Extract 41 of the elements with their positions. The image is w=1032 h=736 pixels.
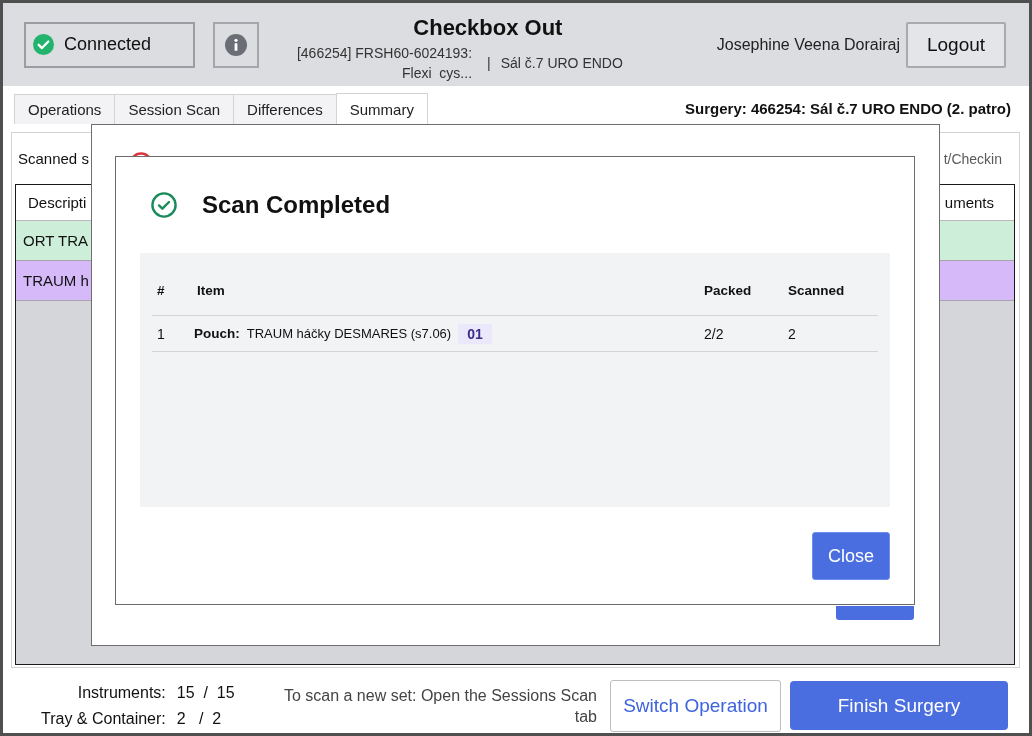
count-label: Tray & Container: [41, 708, 166, 729]
item-name: TRAUM háčky DESMARES (s7.06) [246, 326, 452, 341]
table-cell-text: 2 [787, 325, 797, 342]
tab[interactable]: Differences [233, 94, 337, 124]
item-type-label: Pouch: [194, 326, 240, 341]
mode-text: t/Checkin [943, 150, 1002, 167]
column-header: Item [196, 283, 226, 299]
dialog-title: Scan Completed [202, 191, 391, 219]
session-text: [466254] FRSH60-6024193: Flexi cys... [296, 44, 473, 83]
column-header: Packed [703, 283, 753, 299]
table-cell: ORT TRA [23, 232, 89, 249]
column-header: Descripti [28, 194, 87, 211]
table-cell-text: 1 [156, 325, 166, 342]
status-text: Scanned s [18, 150, 89, 167]
column-header: uments [944, 194, 994, 211]
check-circle-icon [151, 192, 177, 218]
finish-button[interactable]: Finish Surgery [790, 681, 1008, 730]
separator-text: | [487, 54, 491, 73]
logout-button[interactable]: Logout [906, 21, 1006, 68]
column-header: # [156, 283, 166, 299]
surgery-label: Surgery: 466254: Sál č.7 URO ENDO (2. patro) [685, 100, 1011, 117]
table-cell-text: 2/2 [703, 325, 725, 342]
window-title: Checkbox Out [413, 15, 563, 41]
info-icon [225, 33, 247, 56]
user-name: Josephine Veena Dorairaj [716, 35, 900, 54]
close-button[interactable]: Close [812, 532, 890, 580]
info-button[interactable] [213, 21, 259, 68]
count-value: 2 / 2 [176, 708, 223, 729]
switch-button[interactable]: Switch Operation [610, 679, 781, 732]
count-value: 15 / 15 [176, 682, 235, 703]
set-number-badge: 01 [458, 323, 492, 344]
hint-text: To scan a new set: Open the Sessions Scan tab [282, 685, 597, 727]
table-cell: TRAUM h [23, 272, 89, 289]
count-label: Instruments: [76, 682, 166, 703]
connection-status-button[interactable]: Connected [24, 21, 195, 68]
ring-icon [130, 152, 152, 156]
column-header: Scanned [787, 283, 846, 299]
tab[interactable]: Summary [335, 93, 428, 124]
tab[interactable]: Session Scan [114, 94, 235, 124]
room-text: Sál č.7 URO ENDO [500, 54, 623, 73]
tab[interactable]: Operations [14, 94, 116, 124]
